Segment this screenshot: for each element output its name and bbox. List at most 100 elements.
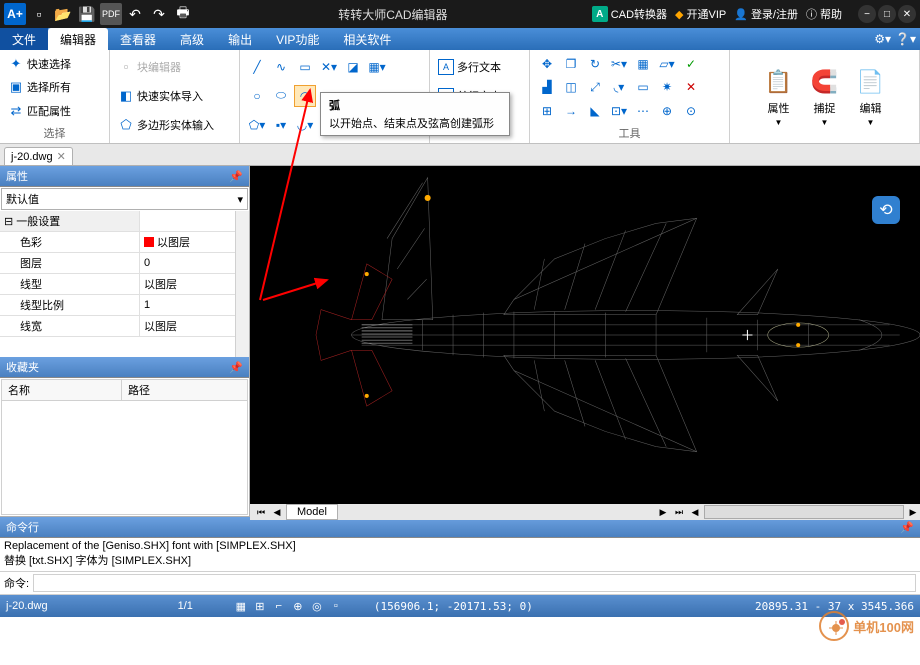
menu-help-icon[interactable]: ❔▾ <box>895 32 916 46</box>
save-icon[interactable]: 💾 <box>76 3 98 25</box>
tab-nav-first-icon[interactable]: ⏮ <box>254 505 268 519</box>
new-icon[interactable]: ▫ <box>28 3 50 25</box>
maximize-button[interactable]: □ <box>878 5 896 23</box>
draw-polygon-icon[interactable]: ⬠▾ <box>246 114 268 136</box>
prop-ltscale-value[interactable]: 1 <box>140 295 235 315</box>
vip-link[interactable]: ◆开通VIP <box>675 6 726 22</box>
pdf-icon[interactable]: PDF <box>100 3 122 25</box>
general-section-label[interactable]: ⊟ 一般设置 <box>0 211 140 231</box>
redo-icon[interactable]: ↷ <box>148 3 170 25</box>
draw-point-icon[interactable]: ▪▾ <box>270 114 292 136</box>
tab-editor[interactable]: 编辑器 <box>48 28 108 50</box>
default-value-dropdown[interactable]: 默认值▾ <box>1 188 248 210</box>
status-grid-icon[interactable]: ⊞ <box>252 598 268 614</box>
tab-vip[interactable]: VIP功能 <box>264 28 331 50</box>
tab-related[interactable]: 相关软件 <box>331 28 403 50</box>
status-osnap-icon[interactable]: ◎ <box>309 598 325 614</box>
tool-stretch-icon[interactable]: ▭ <box>632 76 654 98</box>
tab-nav-prev-icon[interactable]: ◀ <box>270 505 284 519</box>
tool-more3-icon[interactable]: ⊙ <box>680 100 702 122</box>
tool-more2-icon[interactable]: ⊕ <box>656 100 678 122</box>
document-tab[interactable]: j-20.dwg ✕ <box>4 147 73 165</box>
tool-more-icon[interactable]: ⋯ <box>632 100 654 122</box>
tool-mirror-icon[interactable]: ▟ <box>536 76 558 98</box>
favorites-name-column[interactable]: 名称 <box>2 380 122 400</box>
open-icon[interactable]: 📂 <box>52 3 74 25</box>
attributes-button[interactable]: 📋 属性▼ <box>757 64 801 129</box>
draw-ellipse-icon[interactable]: ⬭ <box>270 85 292 107</box>
prop-linetype-label: 线型 <box>0 274 140 294</box>
model-tab[interactable]: Model <box>286 504 338 520</box>
tool-explode-icon[interactable]: ✷ <box>656 76 678 98</box>
pin-icon[interactable]: 📌 <box>229 361 243 374</box>
properties-scrollbar[interactable] <box>235 211 249 357</box>
cad-converter-link[interactable]: ACAD转换器 <box>592 6 667 22</box>
polygon-entity-input-button[interactable]: ⬠多边形实体输入 <box>116 115 233 135</box>
quick-select-button[interactable]: ✦快速选择 <box>6 54 103 74</box>
tool-array-icon[interactable]: ▦ <box>632 53 654 75</box>
tool-move-icon[interactable]: ✥ <box>536 53 558 75</box>
status-ortho-icon[interactable]: ⌐ <box>271 598 287 614</box>
tool-scale-icon[interactable]: ⤢ <box>584 76 606 98</box>
tool-break-icon[interactable]: ▱▾ <box>656 53 678 75</box>
scroll-left-icon[interactable]: ◀ <box>688 505 702 519</box>
status-polar-icon[interactable]: ⊕ <box>290 598 306 614</box>
tool-erase-icon[interactable]: ✕ <box>680 76 702 98</box>
block-editor-button[interactable]: ▫块编辑器 <box>116 57 233 77</box>
minimize-button[interactable]: − <box>858 5 876 23</box>
fast-entity-import-button[interactable]: ◧快速实体导入 <box>116 86 233 106</box>
draw-circle-icon[interactable]: ○ <box>246 85 268 107</box>
tool-extend-icon[interactable]: → <box>560 100 582 122</box>
help-link[interactable]: ⓘ帮助 <box>806 6 842 22</box>
tool-fillet-icon[interactable]: ◟▾ <box>608 76 630 98</box>
prop-ltscale-label: 线型比例 <box>0 295 140 315</box>
tool-rotate-icon[interactable]: ↻ <box>584 53 606 75</box>
horizontal-scrollbar[interactable] <box>704 505 904 519</box>
view-cube-icon[interactable]: ⟲ <box>872 196 900 224</box>
tool-group-icon[interactable]: ⊡▾ <box>608 100 630 122</box>
prop-lineweight-value[interactable]: 以图层 <box>140 316 235 336</box>
settings-icon[interactable]: ⚙▾ <box>874 32 891 46</box>
tool-trim-icon[interactable]: ✂▾ <box>608 53 630 75</box>
drawing-canvas[interactable]: ⟲ <box>250 166 920 504</box>
draw-arc2-icon[interactable]: ◡▾ <box>294 114 316 136</box>
print-icon[interactable]: 🖶 <box>172 3 194 25</box>
select-all-button[interactable]: ▣选择所有 <box>6 77 103 97</box>
login-link[interactable]: 👤登录/注册 <box>734 6 798 22</box>
draw-construction-icon[interactable]: ✕▾ <box>318 56 340 78</box>
tab-output[interactable]: 输出 <box>216 28 264 50</box>
status-track-icon[interactable]: ▫ <box>328 598 344 614</box>
tab-file[interactable]: 文件 <box>0 28 48 50</box>
pin-icon[interactable]: 📌 <box>900 521 914 534</box>
status-snap-icon[interactable]: ▦ <box>233 598 249 614</box>
tab-advanced[interactable]: 高级 <box>168 28 216 50</box>
tool-chamfer-icon[interactable]: ◣ <box>584 100 606 122</box>
tool-join-icon[interactable]: ✓ <box>680 53 702 75</box>
scroll-right-icon[interactable]: ▶ <box>906 505 920 519</box>
tab-viewer[interactable]: 查看器 <box>108 28 168 50</box>
prop-linetype-value[interactable]: 以图层 <box>140 274 235 294</box>
tab-nav-next-icon[interactable]: ▶ <box>656 505 670 519</box>
pin-icon[interactable]: 📌 <box>229 170 243 183</box>
undo-icon[interactable]: ↶ <box>124 3 146 25</box>
tool-copy-icon[interactable]: ❐ <box>560 53 582 75</box>
match-props-button[interactable]: ⇄匹配属性 <box>6 101 103 121</box>
draw-rect-icon[interactable]: ▭ <box>294 56 316 78</box>
edit-button[interactable]: 📄 编辑▼ <box>849 64 893 129</box>
draw-line-icon[interactable]: ╱ <box>246 56 268 78</box>
snap-button[interactable]: 🧲 捕捉▼ <box>803 64 847 129</box>
draw-arc-icon[interactable]: ◠ <box>294 85 316 107</box>
multiline-text-button[interactable]: A多行文本 <box>436 57 523 77</box>
command-input[interactable] <box>33 574 916 592</box>
favorites-path-column[interactable]: 路径 <box>122 380 156 400</box>
prop-color-value[interactable]: 以图层 <box>140 232 235 252</box>
draw-region-icon[interactable]: ◪ <box>342 56 364 78</box>
tool-offset-icon[interactable]: ◫ <box>560 76 582 98</box>
tool-align-icon[interactable]: ⊞ <box>536 100 558 122</box>
close-button[interactable]: ✕ <box>898 5 916 23</box>
close-tab-icon[interactable]: ✕ <box>57 150 66 163</box>
prop-layer-value[interactable]: 0 <box>140 253 235 273</box>
draw-hatch-icon[interactable]: ▦▾ <box>366 56 388 78</box>
draw-polyline-icon[interactable]: ∿ <box>270 56 292 78</box>
tab-nav-last-icon[interactable]: ⏭ <box>672 505 686 519</box>
